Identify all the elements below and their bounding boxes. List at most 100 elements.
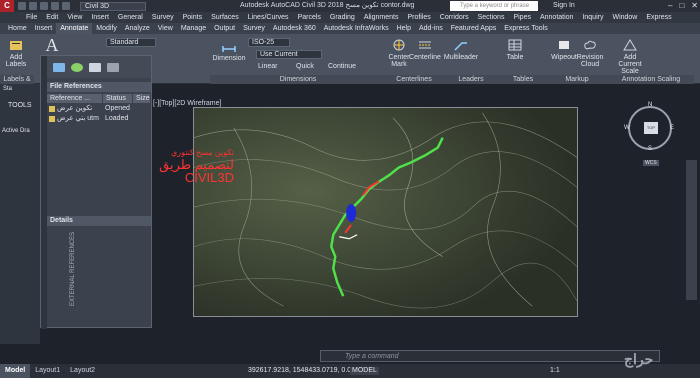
tab-help[interactable]: Help	[393, 23, 415, 34]
menu-alignments[interactable]: Alignments	[364, 14, 399, 21]
search-input[interactable]: Type a keyword or phrase	[450, 1, 538, 11]
satellite-contour-map	[193, 107, 578, 317]
text-style-select[interactable]: Standard	[106, 38, 156, 47]
file-references-columns: Reference ... Status Size	[47, 94, 151, 103]
wcs-menu[interactable]: WCS	[643, 160, 659, 166]
menu-lines-curves[interactable]: Lines/Curves	[248, 14, 289, 21]
center-mark-button[interactable]: Center Mark	[388, 38, 410, 68]
sign-in-link[interactable]: Sign In	[553, 0, 575, 12]
add-current-scale-button[interactable]: Add Current Scale	[612, 38, 648, 75]
annotation-scale[interactable]: 1:1	[550, 364, 560, 378]
menu-survey[interactable]: Survey	[152, 14, 174, 21]
menu-edit[interactable]: Edit	[46, 14, 58, 21]
tab-autodesk-360[interactable]: Autodesk 360	[269, 23, 320, 34]
redo-icon[interactable]	[62, 2, 70, 10]
workspace-selector[interactable]: Civil 3D	[80, 1, 146, 11]
tab-view[interactable]: View	[154, 23, 177, 34]
tables-panel-label: Tables	[500, 75, 546, 84]
table-button[interactable]: Table	[504, 38, 526, 61]
dim-layer-select[interactable]: Use Current	[256, 50, 322, 59]
tab-annotate[interactable]: Annotate	[56, 23, 93, 34]
table-row[interactable]: تكوين عرض Opened	[47, 104, 151, 114]
menu-corridors[interactable]: Corridors	[440, 14, 469, 21]
tab-modify[interactable]: Modify	[92, 23, 121, 34]
start-tab[interactable]: Sta	[3, 86, 12, 92]
leaders-panel-label: Leaders	[442, 75, 500, 84]
centerline-icon	[419, 41, 431, 49]
save-icon[interactable]	[40, 2, 48, 10]
toolspace-strip: Sta TOOLS Active Dra	[0, 84, 40, 344]
add-labels-icon	[10, 41, 22, 50]
document-title: Autodesk AutoCAD Civil 3D 2018 تكوين مسح…	[240, 2, 415, 9]
menu-annotation[interactable]: Annotation	[540, 14, 573, 21]
continue-button[interactable]: Continue	[328, 63, 356, 70]
menu-pipes[interactable]: Pipes	[513, 14, 531, 21]
dimension-button[interactable]: Dimension	[212, 39, 246, 62]
xref-toolbar	[47, 56, 151, 78]
dimension-icon	[222, 46, 236, 52]
undo-icon[interactable]	[51, 2, 59, 10]
tab-layout1[interactable]: Layout1	[30, 364, 65, 378]
menu-express[interactable]: Express	[646, 14, 671, 21]
details-header[interactable]: Details	[47, 216, 151, 226]
change-path-icon[interactable]	[89, 62, 101, 72]
add-labels-button[interactable]: Add Labels	[4, 38, 28, 68]
navigation-bar[interactable]	[686, 160, 697, 300]
column-status[interactable]: Status	[103, 94, 133, 103]
tab-infraworks[interactable]: Autodesk InfraWorks	[320, 23, 393, 34]
model-space-toggle[interactable]: MODEL	[350, 367, 379, 375]
menu-grading[interactable]: Grading	[330, 14, 355, 21]
quick-button[interactable]: Quick	[296, 63, 314, 70]
menu-points[interactable]: Points	[183, 14, 202, 21]
compass-n: N	[648, 102, 653, 108]
menu-view[interactable]: View	[67, 14, 82, 21]
refresh-icon[interactable]	[71, 62, 83, 72]
tab-express-tools[interactable]: Express Tools	[500, 23, 551, 34]
menu-window[interactable]: Window	[612, 14, 637, 21]
tab-home[interactable]: Home	[4, 23, 31, 34]
table-row[interactable]: بتي عرض utm Loaded	[47, 114, 151, 124]
open-icon[interactable]	[29, 2, 37, 10]
labels-panel-label: Labels &	[0, 75, 34, 84]
close-icon[interactable]: ✕	[691, 0, 698, 12]
menu-parcels[interactable]: Parcels	[298, 14, 321, 21]
help-icon[interactable]	[107, 62, 119, 72]
tab-manage[interactable]: Manage	[177, 23, 210, 34]
command-input[interactable]: Type a command	[320, 350, 660, 362]
menu-inquiry[interactable]: Inquiry	[582, 14, 603, 21]
tab-featured-apps[interactable]: Featured Apps	[447, 23, 501, 34]
attach-dwg-icon[interactable]	[53, 62, 65, 72]
new-icon[interactable]	[18, 2, 26, 10]
column-reference[interactable]: Reference ...	[47, 94, 103, 103]
dim-style-select[interactable]: ISO-25	[248, 38, 290, 47]
revision-cloud-button[interactable]: Revision Cloud	[576, 38, 604, 68]
tab-layout2[interactable]: Layout2	[65, 364, 100, 378]
linear-button[interactable]: Linear	[258, 63, 277, 70]
menu-profiles[interactable]: Profiles	[407, 14, 430, 21]
menu-sections[interactable]: Sections	[478, 14, 505, 21]
annotation-scaling-panel-label: Annotation Scaling	[608, 75, 694, 84]
file-references-header[interactable]: File References	[47, 82, 151, 92]
autocad-logo-icon[interactable]: C	[0, 0, 14, 12]
menu-general[interactable]: General	[118, 14, 143, 21]
multileader-button[interactable]: Multileader	[444, 38, 478, 61]
view-cube-top[interactable]: TOP	[644, 122, 658, 134]
text-button[interactable]: A	[42, 36, 62, 54]
menu-file[interactable]: File	[26, 14, 37, 21]
tab-output[interactable]: Output	[210, 23, 239, 34]
column-size[interactable]: Size	[133, 94, 151, 103]
maximize-icon[interactable]: □	[679, 0, 684, 12]
tab-add-ins[interactable]: Add-ins	[415, 23, 447, 34]
tab-analyze[interactable]: Analyze	[121, 23, 154, 34]
view-cube[interactable]: TOP N S W E	[624, 102, 674, 152]
menu-insert[interactable]: Insert	[91, 14, 109, 21]
viewport-controls[interactable]: [-][Top][2D Wireframe]	[153, 100, 221, 107]
tab-insert[interactable]: Insert	[31, 23, 57, 34]
quick-access-toolbar	[18, 2, 70, 10]
tab-model[interactable]: Model	[0, 364, 31, 378]
wipeout-button[interactable]: Wipeout	[550, 38, 578, 61]
centerline-button[interactable]: Centerline	[409, 38, 441, 61]
menu-surfaces[interactable]: Surfaces	[211, 14, 239, 21]
tab-survey[interactable]: Survey	[239, 23, 269, 34]
minimize-icon[interactable]: –	[668, 0, 672, 12]
